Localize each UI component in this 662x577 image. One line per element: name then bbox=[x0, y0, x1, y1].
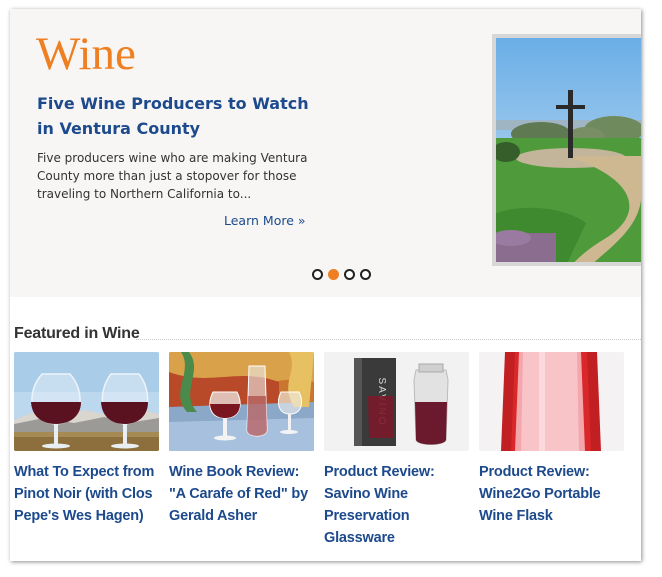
wine-flask-photo bbox=[479, 352, 624, 451]
featured-card-1-title[interactable]: What To Expect from Pinot Noir (with Clo… bbox=[14, 461, 159, 527]
featured-card-2-title[interactable]: Wine Book Review: "A Carafe of Red" by G… bbox=[169, 461, 314, 527]
featured-card-3-image[interactable]: SAVINO bbox=[324, 352, 469, 451]
featured-card-4: Product Review: Wine2Go Portable Wine Fl… bbox=[479, 352, 624, 527]
featured-card-4-image[interactable] bbox=[479, 352, 624, 451]
hero-headline-link[interactable]: Five Wine Producers to Watch in Ventura … bbox=[37, 91, 327, 141]
slide-dot-3[interactable] bbox=[344, 269, 355, 280]
featured-divider bbox=[136, 339, 641, 340]
carafe-painting-photo bbox=[169, 352, 314, 451]
slide-dot-1[interactable] bbox=[312, 269, 323, 280]
featured-card-1-image[interactable] bbox=[14, 352, 159, 451]
slide-dot-2[interactable] bbox=[328, 269, 339, 280]
section-title: Wine bbox=[36, 28, 136, 80]
content-frame: Wine Five Wine Producers to Watch in Ven… bbox=[10, 9, 641, 561]
featured-card-2: Wine Book Review: "A Carafe of Red" by G… bbox=[169, 352, 314, 527]
slide-pager bbox=[312, 269, 371, 281]
hero-image[interactable] bbox=[492, 34, 641, 266]
savino-carafe-photo: SAVINO bbox=[324, 352, 469, 451]
featured-card-2-image[interactable] bbox=[169, 352, 314, 451]
wine-glasses-photo bbox=[14, 352, 159, 451]
featured-heading: Featured in Wine bbox=[14, 325, 140, 342]
featured-card-3: SAVINO Product Review: Savino Wine Prese… bbox=[324, 352, 469, 549]
hillside-cross-photo bbox=[496, 38, 641, 262]
featured-card-1: What To Expect from Pinot Noir (with Clo… bbox=[14, 352, 159, 527]
featured-card-4-title[interactable]: Product Review: Wine2Go Portable Wine Fl… bbox=[479, 461, 624, 527]
slide-dot-4[interactable] bbox=[360, 269, 371, 280]
hero-excerpt: Five producers wine who are making Ventu… bbox=[37, 151, 308, 201]
learn-more-link[interactable]: Learn More » bbox=[224, 213, 306, 228]
hero-slider: Wine Five Wine Producers to Watch in Ven… bbox=[10, 9, 641, 297]
featured-card-3-title[interactable]: Product Review: Savino Wine Preservation… bbox=[324, 461, 469, 549]
